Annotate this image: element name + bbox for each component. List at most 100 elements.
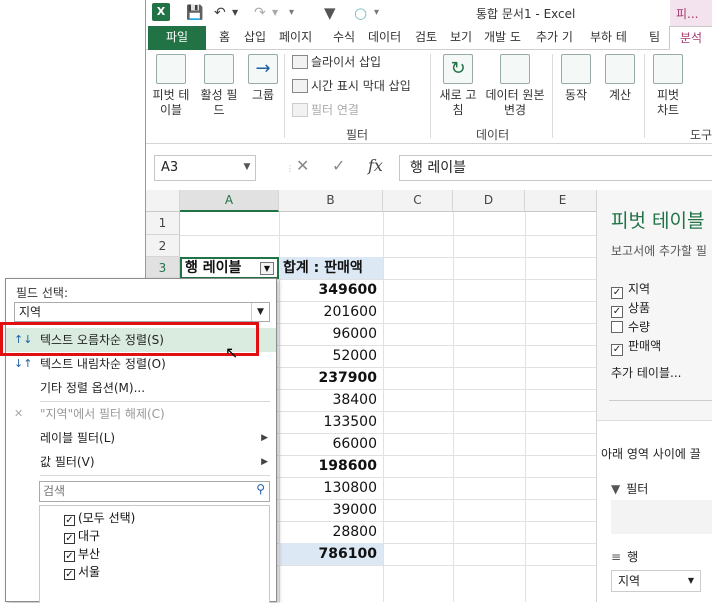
column-header-a[interactable]: A bbox=[180, 190, 279, 212]
row-header-3[interactable]: 3 bbox=[146, 257, 180, 279]
tab-team[interactable]: 팀 bbox=[649, 26, 660, 50]
checkbox-unchecked-icon[interactable] bbox=[611, 321, 623, 333]
value-cell[interactable]: 66000 bbox=[279, 433, 383, 455]
value-cell[interactable]: 786100 bbox=[279, 543, 383, 565]
insert-slicer-button[interactable]: 슬라이서 삽입 bbox=[292, 52, 381, 72]
save-icon[interactable]: 💾 bbox=[186, 3, 203, 23]
chevron-down-icon[interactable]: ▼ bbox=[251, 303, 269, 321]
field-item[interactable]: ✓ 상품 bbox=[611, 299, 650, 318]
active-field-button[interactable]: 활성 필 드 bbox=[196, 54, 242, 118]
customize-toolbar-icon[interactable]: ▾ bbox=[374, 3, 379, 23]
name-box-dropdown-icon[interactable]: ▼ bbox=[238, 155, 256, 181]
column-header-b[interactable]: B bbox=[279, 190, 383, 212]
refresh-button[interactable]: ↻ 새로 고 침 bbox=[436, 54, 480, 118]
undo-icon[interactable]: ↶ bbox=[214, 3, 226, 23]
tree-item[interactable]: ✓ 부산 bbox=[64, 545, 100, 562]
enter-icon[interactable]: ✓ bbox=[332, 156, 345, 175]
select-all-corner[interactable] bbox=[146, 190, 180, 212]
tab-analyze[interactable]: 분석 bbox=[669, 26, 712, 50]
field-item[interactable]: ✓ 판매액 bbox=[611, 337, 661, 356]
search-box[interactable]: ⚲ bbox=[39, 481, 270, 502]
tab-formulas[interactable]: 수식 bbox=[333, 26, 355, 50]
field-item[interactable]: 수량 bbox=[611, 318, 650, 335]
checkbox-checked-icon[interactable]: ✓ bbox=[611, 287, 623, 299]
tab-view[interactable]: 보기 bbox=[450, 26, 472, 50]
change-data-source-button[interactable]: 데이터 원본 변경 bbox=[482, 54, 548, 118]
more-commands-icon[interactable]: ▾ bbox=[289, 3, 294, 23]
value-cell[interactable]: 130800 bbox=[279, 477, 383, 499]
column-header-e[interactable]: E bbox=[525, 190, 601, 212]
column-header-d[interactable]: D bbox=[453, 190, 525, 212]
tab-file[interactable]: 파일 bbox=[148, 26, 206, 50]
tab-review[interactable]: 검토 bbox=[415, 26, 437, 50]
undo-dropdown-icon[interactable]: ▼ bbox=[232, 3, 238, 23]
change-data-source-icon bbox=[500, 54, 530, 84]
row-header-1[interactable]: 1 bbox=[146, 212, 180, 235]
value-cell[interactable]: 237900 bbox=[279, 367, 383, 389]
clear-filter-item[interactable]: ✕ "지역"에서 필터 해제(C) bbox=[6, 402, 276, 426]
pivot-pane-title: 피벗 테이블 bbox=[611, 210, 705, 232]
cancel-icon[interactable]: ✕ bbox=[296, 156, 309, 175]
calculations-button[interactable]: 계산 bbox=[602, 54, 638, 103]
value-cell[interactable]: 39000 bbox=[279, 499, 383, 521]
checkbox-checked-icon[interactable]: ✓ bbox=[64, 551, 75, 562]
value-cell[interactable]: 28800 bbox=[279, 521, 383, 543]
tab-addins[interactable]: 추가 기 bbox=[536, 26, 573, 50]
filter-icon[interactable]: ▼ bbox=[324, 3, 336, 23]
filter-dropdown-icon[interactable]: ▼ bbox=[260, 262, 274, 275]
redo-icon[interactable]: ↷ bbox=[254, 3, 266, 23]
pivot-tools-context-tab[interactable]: 피... bbox=[670, 0, 712, 26]
insert-function-icon[interactable]: fx bbox=[368, 156, 383, 175]
value-cell[interactable]: 52000 bbox=[279, 345, 383, 367]
more-sort-options-item[interactable]: 기타 정렬 옵션(M)... bbox=[6, 376, 276, 400]
label-filter-label: 레이블 필터(L) bbox=[40, 431, 116, 445]
value-cell[interactable]: 198600 bbox=[279, 455, 383, 477]
rows-field-dropdown-icon[interactable]: ▼ bbox=[688, 571, 694, 591]
filter-connections-button[interactable]: 필터 연결 bbox=[292, 100, 359, 120]
value-cell[interactable]: 38400 bbox=[279, 389, 383, 411]
tab-developer[interactable]: 개발 도 bbox=[484, 26, 521, 50]
search-input[interactable] bbox=[40, 482, 240, 500]
row-header-2[interactable]: 2 bbox=[146, 235, 180, 257]
tab-insert[interactable]: 삽입 bbox=[244, 26, 266, 50]
field-select[interactable]: 지역 ▼ bbox=[14, 302, 270, 322]
value-cell[interactable]: 133500 bbox=[279, 411, 383, 433]
sort-desc-icon: ↓↑ bbox=[14, 357, 33, 370]
checkbox-checked-icon[interactable]: ✓ bbox=[611, 344, 623, 356]
group-button[interactable]: → 그룹 bbox=[246, 54, 280, 103]
drag-handle-icon[interactable]: ⋮ bbox=[286, 164, 294, 173]
label-filter-item[interactable]: 레이블 필터(L) ▶ bbox=[6, 426, 276, 450]
tab-load-test[interactable]: 부하 테 bbox=[590, 26, 627, 50]
tab-data[interactable]: 데이터 bbox=[368, 26, 401, 50]
checkbox-checked-icon[interactable]: ✓ bbox=[64, 569, 75, 580]
tree-item[interactable]: ✓ 서울 bbox=[64, 563, 100, 580]
pivot-chart-button[interactable]: 피벗 차트 bbox=[648, 54, 688, 118]
rows-field-chip[interactable]: 지역 ▼ bbox=[611, 570, 701, 592]
checkbox-checked-icon[interactable]: ✓ bbox=[64, 533, 75, 544]
field-label: 상품 bbox=[628, 301, 651, 315]
circle-icon[interactable]: ○ bbox=[354, 3, 367, 23]
value-cell[interactable]: 349600 bbox=[279, 279, 383, 301]
tree-item[interactable]: ✓ 대구 bbox=[64, 527, 100, 544]
formula-input[interactable]: 행 레이블 bbox=[399, 155, 712, 181]
cell-a3[interactable]: 행 레이블 ▼ bbox=[180, 257, 279, 279]
field-item[interactable]: ✓ 지역 bbox=[611, 280, 650, 299]
more-tables-link[interactable]: 추가 테이블... bbox=[611, 364, 681, 381]
search-icon[interactable]: ⚲ bbox=[256, 482, 265, 496]
actions-button[interactable]: 동작 bbox=[558, 54, 594, 103]
column-header-c[interactable]: C bbox=[383, 190, 453, 212]
value-cell[interactable]: 96000 bbox=[279, 323, 383, 345]
cell-b3[interactable]: 합계 : 판매액 bbox=[279, 257, 383, 279]
value-filter-item[interactable]: 값 필터(V) ▶ bbox=[6, 450, 276, 474]
pivot-table-button[interactable]: 피벗 테 이블 bbox=[148, 54, 194, 118]
checkbox-checked-icon[interactable]: ✓ bbox=[611, 306, 623, 318]
tree-item[interactable]: ✓ (모두 선택) bbox=[64, 509, 135, 526]
insert-timeline-button[interactable]: 시간 표시 막대 삽입 bbox=[292, 76, 411, 96]
tab-home[interactable]: 홈 bbox=[219, 26, 230, 50]
tab-page-layout[interactable]: 페이지 bbox=[279, 26, 312, 50]
value-cell[interactable]: 201600 bbox=[279, 301, 383, 323]
slicer-icon bbox=[292, 55, 308, 69]
checkbox-checked-icon[interactable]: ✓ bbox=[64, 515, 75, 526]
redo-dropdown-icon[interactable]: ▼ bbox=[272, 3, 278, 23]
filter-drop-zone[interactable] bbox=[611, 500, 712, 534]
